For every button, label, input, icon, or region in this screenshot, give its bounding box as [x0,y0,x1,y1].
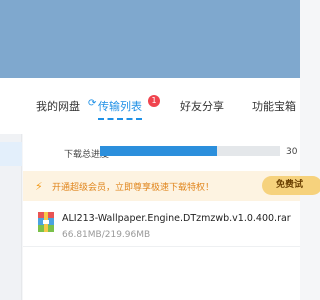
list-item[interactable] [23,205,300,247]
promo-text: 开通超级会员，立即尊享极速下载特权！ [52,183,215,193]
download-progress-text: 30 [286,147,298,157]
sync-icon: ⟳ [88,98,97,109]
file-size: 66.81MB/219.96MB [62,230,151,240]
sidebar-item-selected[interactable] [0,142,22,166]
nav-bar: 我的网盘 ⟳ 传输列表 1 好友分享 功能宝箱 [0,78,300,134]
tab-toolbox[interactable]: 功能宝箱 [252,98,296,114]
tab-transfer-list[interactable]: ⟳ 传输列表 [88,98,142,120]
tab-friend-share[interactable]: 好友分享 [180,98,224,114]
active-tab-indicator [98,118,142,120]
top-banner [0,0,300,78]
lightning-icon: ⚡ [35,180,43,193]
download-progress-fill [100,146,217,156]
download-progress-bar [100,146,280,156]
free-trial-button[interactable]: 免费试 [262,176,320,195]
notification-badge: 1 [148,95,160,107]
file-name: ALI213-Wallpaper.Engine.DTzmzwb.v1.0.400… [62,213,291,224]
tab-transfer-list-label: 传输列表 [98,100,142,113]
rar-archive-icon [38,212,54,232]
tab-my-netdisk[interactable]: 我的网盘 [36,98,80,114]
